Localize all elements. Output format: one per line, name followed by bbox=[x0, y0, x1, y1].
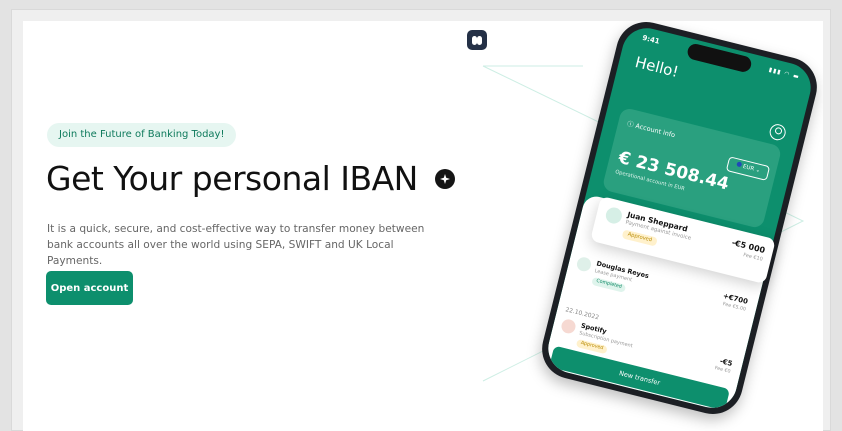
signal-battery-icon: ▮▮▮ ◠ ▬ bbox=[768, 66, 801, 81]
transaction-amount: -€5 bbox=[718, 357, 734, 368]
avatar bbox=[575, 255, 593, 273]
avatar bbox=[560, 317, 577, 335]
chat-sparkle-icon bbox=[435, 169, 455, 189]
hero-description: It is a quick, secure, and cost-effectiv… bbox=[47, 223, 425, 267]
brain-icon[interactable] bbox=[467, 30, 487, 50]
account-info-label: ⓘ Account info bbox=[626, 119, 676, 140]
open-account-button[interactable]: Open account bbox=[46, 271, 133, 305]
landing-page: Join the Future of Banking Today! Get Yo… bbox=[23, 21, 823, 431]
eu-flag-icon bbox=[735, 161, 742, 168]
currency-select[interactable]: EUR ⌄ bbox=[725, 156, 771, 181]
page-headline: Get Your personal IBAN bbox=[46, 159, 418, 198]
phone-time: 9:41 bbox=[641, 33, 661, 46]
profile-icon[interactable] bbox=[767, 122, 788, 142]
announcement-badge: Join the Future of Banking Today! bbox=[47, 123, 237, 147]
currency-value: EUR bbox=[742, 163, 755, 173]
account-info-text: Account info bbox=[634, 121, 676, 140]
phone-notch bbox=[685, 42, 753, 74]
greeting: Hello! bbox=[633, 52, 681, 82]
avatar bbox=[604, 205, 624, 226]
